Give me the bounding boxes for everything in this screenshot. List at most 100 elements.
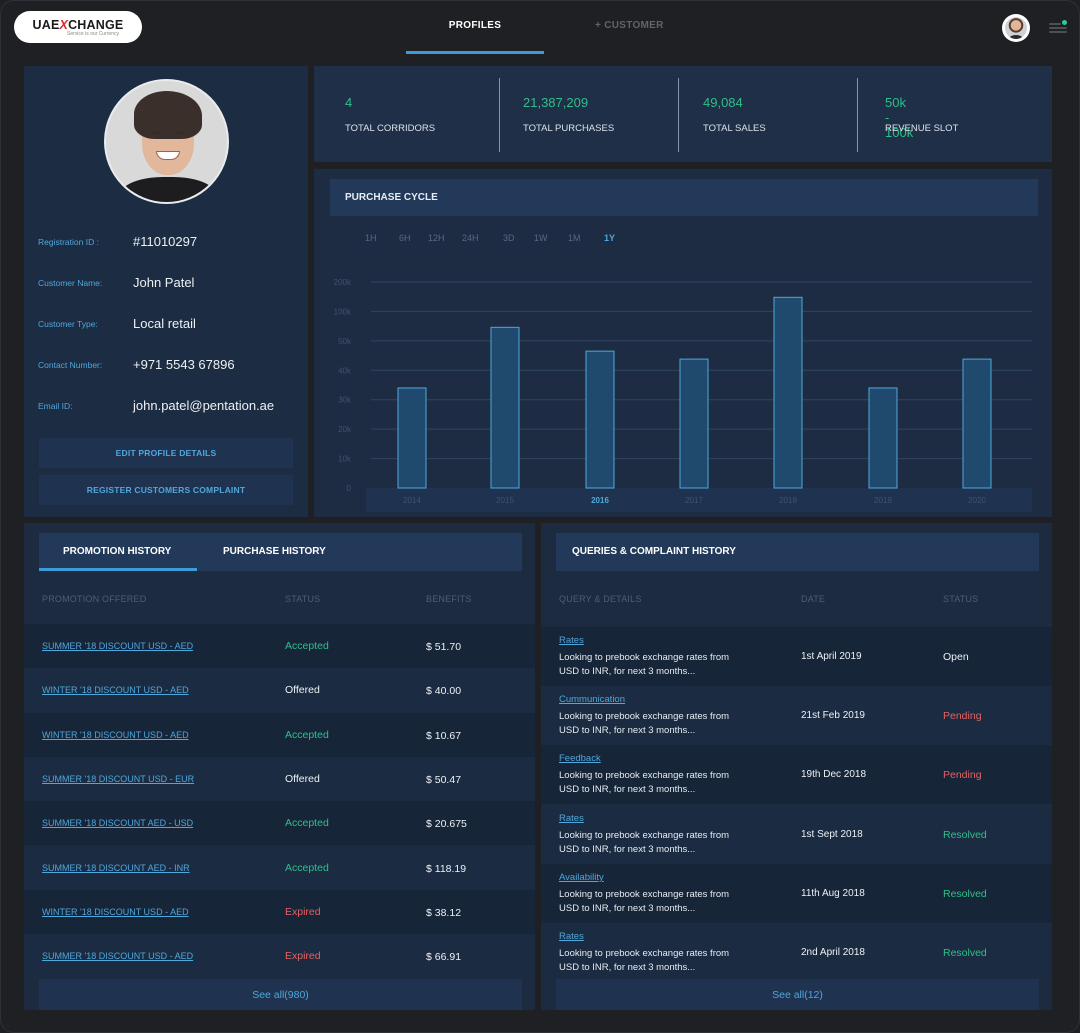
status-badge: Expired: [285, 950, 321, 963]
query-category-link[interactable]: Cummunication: [559, 694, 625, 705]
promotion-link[interactable]: SUMMER '18 DISCOUNT USD - AED: [42, 641, 193, 651]
range-tab-3d[interactable]: 3D: [503, 233, 515, 243]
edit-profile-button[interactable]: EDIT PROFILE DETAILS: [39, 438, 293, 468]
field-label: Contact Number:: [38, 359, 103, 370]
query-category-link[interactable]: Feedback: [559, 753, 601, 764]
benefit-value: $ 10.67: [426, 729, 462, 742]
status-badge: Resolved: [943, 947, 987, 959]
divider: [499, 78, 500, 152]
status-badge: Offered: [285, 684, 320, 697]
range-tab-1y[interactable]: 1Y: [604, 233, 615, 243]
query-date: 1st April 2019: [801, 651, 862, 662]
bar-2016[interactable]: [585, 350, 615, 489]
range-tab-1w[interactable]: 1W: [534, 233, 548, 243]
table-row: Rates Looking to prebook exchange rates f…: [541, 804, 1052, 864]
tab-profiles[interactable]: PROFILES: [406, 20, 544, 31]
query-date: 2nd April 2018: [801, 947, 865, 958]
table-row: SUMMER '18 DISCOUNT AED - INR Accepted $ 1…: [24, 845, 535, 890]
query-category-link[interactable]: Rates: [559, 931, 584, 942]
y-tick-label: 30k: [338, 396, 352, 405]
range-tab-6h[interactable]: 6H: [399, 233, 411, 243]
bar-2020[interactable]: [962, 358, 992, 489]
status-badge: Accepted: [285, 817, 329, 830]
promotion-link[interactable]: WINTER '18 DISCOUNT USD - AED: [42, 685, 189, 695]
logo-x-mark: X: [59, 17, 69, 32]
column-header-query: QUERY & DETAILS: [559, 594, 642, 604]
x-tick-label[interactable]: 2016: [591, 496, 609, 505]
field-customer-name: Customer Name: John Patel: [38, 275, 298, 290]
tab-promotion-history[interactable]: PROMOTION HISTORY: [63, 546, 171, 557]
query-details: Looking to prebook exchange rates from U…: [559, 948, 730, 973]
bar-2015[interactable]: [490, 326, 520, 489]
status-badge: Open: [943, 651, 969, 663]
see-all-promotions-button[interactable]: See all(980): [39, 979, 522, 1010]
table-row: SUMMER '18 DISCOUNT USD - AED Expired $ 66…: [24, 934, 535, 979]
register-complaint-button[interactable]: REGISTER CUSTOMERS COMPLAINT: [39, 475, 293, 505]
y-tick-label: 10k: [338, 455, 352, 464]
tab-purchase-history[interactable]: PURCHASE HISTORY: [223, 546, 326, 557]
range-tab-12h[interactable]: 12H: [428, 233, 445, 243]
x-tick-label[interactable]: 2018: [779, 496, 797, 505]
promotion-link[interactable]: SUMMER '18 DISCOUNT AED - INR: [42, 863, 190, 873]
menu-line: [1049, 27, 1067, 29]
promotion-link[interactable]: WINTER '18 DISCOUNT USD - AED: [42, 730, 189, 740]
promotion-link[interactable]: WINTER '18 DISCOUNT USD - AED: [42, 907, 189, 917]
query-details: Looking to prebook exchange rates from U…: [559, 711, 730, 737]
purchase-cycle-panel: PURCHASE CYCLE 1H 6H 12H 24H 3D 1W 1M 1Y 0 10k 20…: [314, 169, 1052, 517]
status-badge: Pending: [943, 769, 982, 782]
stat-label: TOTAL PURCHASES: [523, 123, 615, 134]
x-tick-label[interactable]: 2017: [685, 496, 703, 505]
notification-dot-icon: [1062, 20, 1067, 25]
table-row: WINTER '18 DISCOUNT USD - AED Expired $ 38…: [24, 889, 535, 934]
query-details: Looking to prebook exchange rates from U…: [559, 652, 730, 677]
field-customer-type: Customer Type: Local retail: [38, 316, 298, 331]
field-label: Email ID:: [38, 400, 73, 411]
bar-2018[interactable]: [773, 296, 803, 489]
uae-exchange-logo[interactable]: UAEXCHANGE Service is our Currency: [14, 11, 142, 43]
x-tick-label[interactable]: 2014: [403, 496, 421, 505]
stat-value: 21,387,209: [523, 95, 589, 110]
table-row: WINTER '18 DISCOUNT USD - AED Offered $ 40…: [24, 668, 535, 713]
x-tick-label[interactable]: 2019: [874, 496, 892, 505]
status-badge: Offered: [285, 772, 320, 785]
field-value: #11010297: [133, 234, 198, 249]
query-category-link[interactable]: Rates: [559, 813, 584, 824]
field-contact-number: Contact Number: +971 5543 67896: [38, 357, 298, 372]
promotion-link[interactable]: SUMMER '18 DISCOUNT AED - USD: [42, 818, 193, 828]
range-tab-1h[interactable]: 1H: [365, 233, 377, 243]
logo-tagline: Service is our Currency: [67, 30, 119, 37]
status-badge: Expired: [285, 905, 321, 918]
range-tab-1m[interactable]: 1M: [568, 233, 581, 243]
query-category-link[interactable]: Rates: [559, 635, 584, 646]
hamburger-menu-icon[interactable]: [1049, 20, 1067, 35]
bar-2014[interactable]: [397, 387, 427, 489]
field-label: Customer Type:: [38, 318, 98, 329]
bar-2019[interactable]: [868, 387, 898, 489]
user-avatar[interactable]: [1002, 14, 1030, 42]
field-value: John Patel: [133, 275, 195, 290]
y-tick-label: 50k: [338, 337, 352, 346]
column-header-status: STATUS: [285, 594, 321, 604]
benefit-value: $ 66.91: [426, 951, 462, 964]
tab-profiles-active-indicator: [406, 51, 544, 54]
query-details: Looking to prebook exchange rates from U…: [559, 770, 730, 796]
see-all-queries-button[interactable]: See all(12): [556, 979, 1039, 1010]
purchase-cycle-bar-chart: 0 10k 20k 30k 40k 50k 100k 200k 2014 2015 2016 2017…: [334, 278, 1032, 512]
field-value: Local retail: [133, 316, 196, 331]
query-category-link[interactable]: Availability: [559, 872, 604, 883]
table-row: SUMMER '18 DISCOUNT AED - USD Accepted $ 2…: [24, 801, 535, 846]
range-tab-24h[interactable]: 24H: [462, 233, 479, 243]
customer-profile-panel: Registration ID : #11010297 Customer Nam…: [24, 66, 308, 517]
tab-add-customer[interactable]: + CUSTOMER: [595, 20, 664, 31]
queries-header: QUERIES & COMPLAINT HISTORY: [556, 533, 1039, 571]
promotion-link[interactable]: SUMMER '18 DISCOUNT USD - EUR: [42, 774, 194, 784]
x-tick-label[interactable]: 2020: [968, 496, 986, 505]
table-row: SUMMER '18 DISCOUNT USD - AED Accepted $ 5…: [24, 624, 535, 668]
x-tick-label[interactable]: 2015: [496, 496, 514, 505]
field-value: +971 5543 67896: [133, 357, 235, 372]
status-badge: Resolved: [943, 887, 987, 900]
bar-2017[interactable]: [679, 358, 709, 489]
column-header-date: DATE: [801, 594, 826, 604]
stat-value: 49,084: [703, 95, 743, 110]
promotion-link[interactable]: SUMMER '18 DISCOUNT USD - AED: [42, 951, 193, 961]
